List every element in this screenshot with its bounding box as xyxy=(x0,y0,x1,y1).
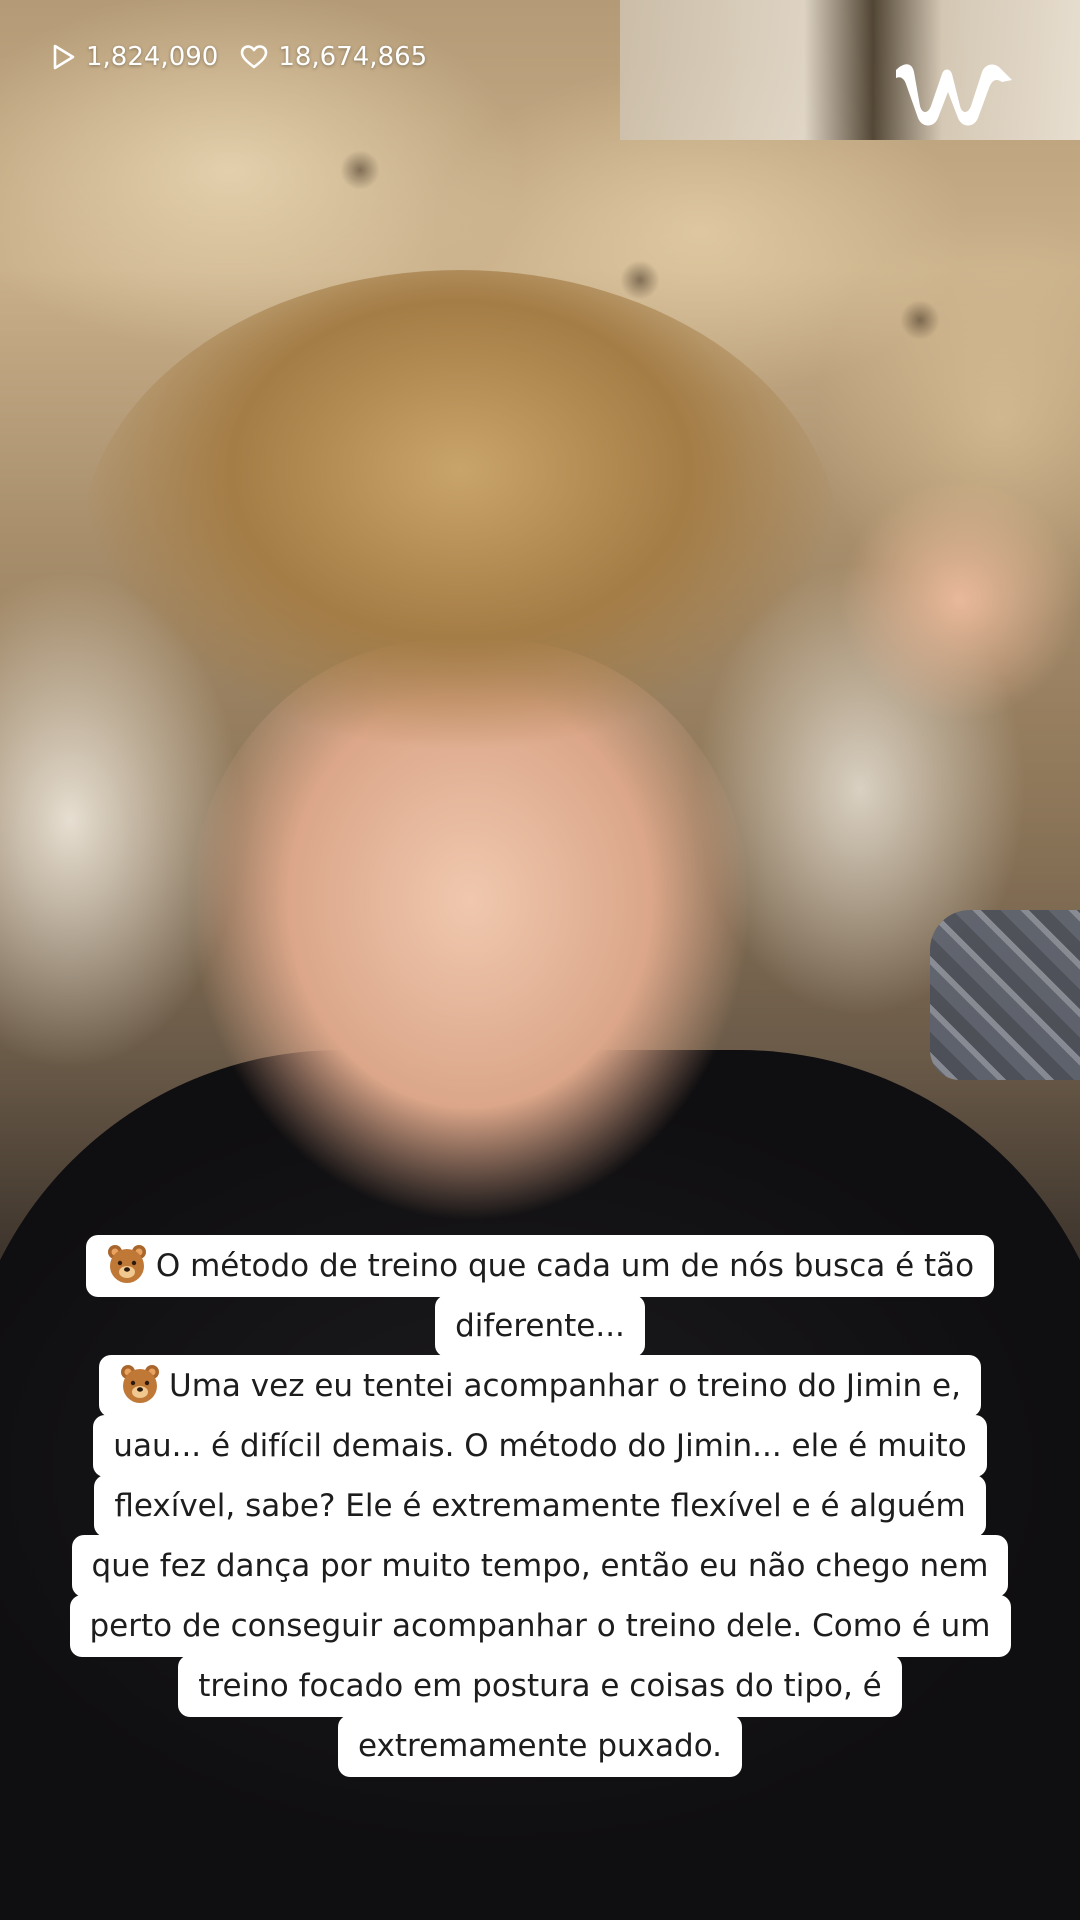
caption-line-3: Uma vez eu tentei acompanhar o treino do… xyxy=(99,1355,981,1417)
video-background-hand xyxy=(800,450,1080,750)
video-background-hair xyxy=(80,270,840,830)
caption-text: que fez dança por muito tempo, então eu … xyxy=(91,1548,989,1584)
caption-line-9: extremamente puxado. xyxy=(338,1715,742,1777)
caption-line-2: diferente... xyxy=(435,1295,645,1357)
caption-text: perto de conseguir acompanhar o treino d… xyxy=(89,1608,991,1644)
sofa-tuft xyxy=(900,300,940,340)
caption-line-5: flexível, sabe? Ele é extremamente flexí… xyxy=(94,1475,986,1537)
bear-face-emoji-icon xyxy=(121,1365,160,1403)
weverse-w-logo-icon xyxy=(896,64,1012,126)
like-count-value: 18,674,865 xyxy=(278,42,428,72)
heart-icon xyxy=(241,45,268,69)
caption-line-8: treino focado em postura e coisas do tip… xyxy=(178,1655,902,1717)
view-count: 1,824,090 xyxy=(52,42,218,72)
caption-text: diferente... xyxy=(455,1308,625,1344)
live-video-screen: 1,824,090 18,674,865 O método de treino … xyxy=(0,0,1080,1920)
caption-text: treino focado em postura e coisas do tip… xyxy=(198,1668,882,1704)
caption-line-4: uau... é difícil demais. O método do Jim… xyxy=(93,1415,987,1477)
video-stats: 1,824,090 18,674,865 xyxy=(52,42,449,72)
bear-face-emoji-icon xyxy=(107,1245,146,1283)
like-count: 18,674,865 xyxy=(240,42,427,72)
caption-line-7: perto de conseguir acompanhar o treino d… xyxy=(69,1595,1011,1657)
view-count-value: 1,824,090 xyxy=(86,42,219,72)
caption-text: Uma vez eu tentei acompanhar o treino do… xyxy=(169,1368,961,1404)
caption-text: uau... é difícil demais. O método do Jim… xyxy=(113,1428,967,1464)
caption-line-6: que fez dança por muito tempo, então eu … xyxy=(71,1535,1009,1597)
caption-text: extremamente puxado. xyxy=(358,1728,722,1764)
sofa-tuft xyxy=(620,260,660,300)
video-background-plaid xyxy=(930,910,1080,1080)
caption-text: O método de treino que cada um de nós bu… xyxy=(155,1248,975,1284)
play-icon xyxy=(53,44,75,70)
caption-line-1: O método de treino que cada um de nós bu… xyxy=(85,1235,995,1297)
sofa-tuft xyxy=(340,150,380,190)
caption-text: flexível, sabe? Ele é extremamente flexí… xyxy=(114,1488,966,1524)
caption-block: O método de treino que cada um de nós bu… xyxy=(0,1235,1080,1777)
